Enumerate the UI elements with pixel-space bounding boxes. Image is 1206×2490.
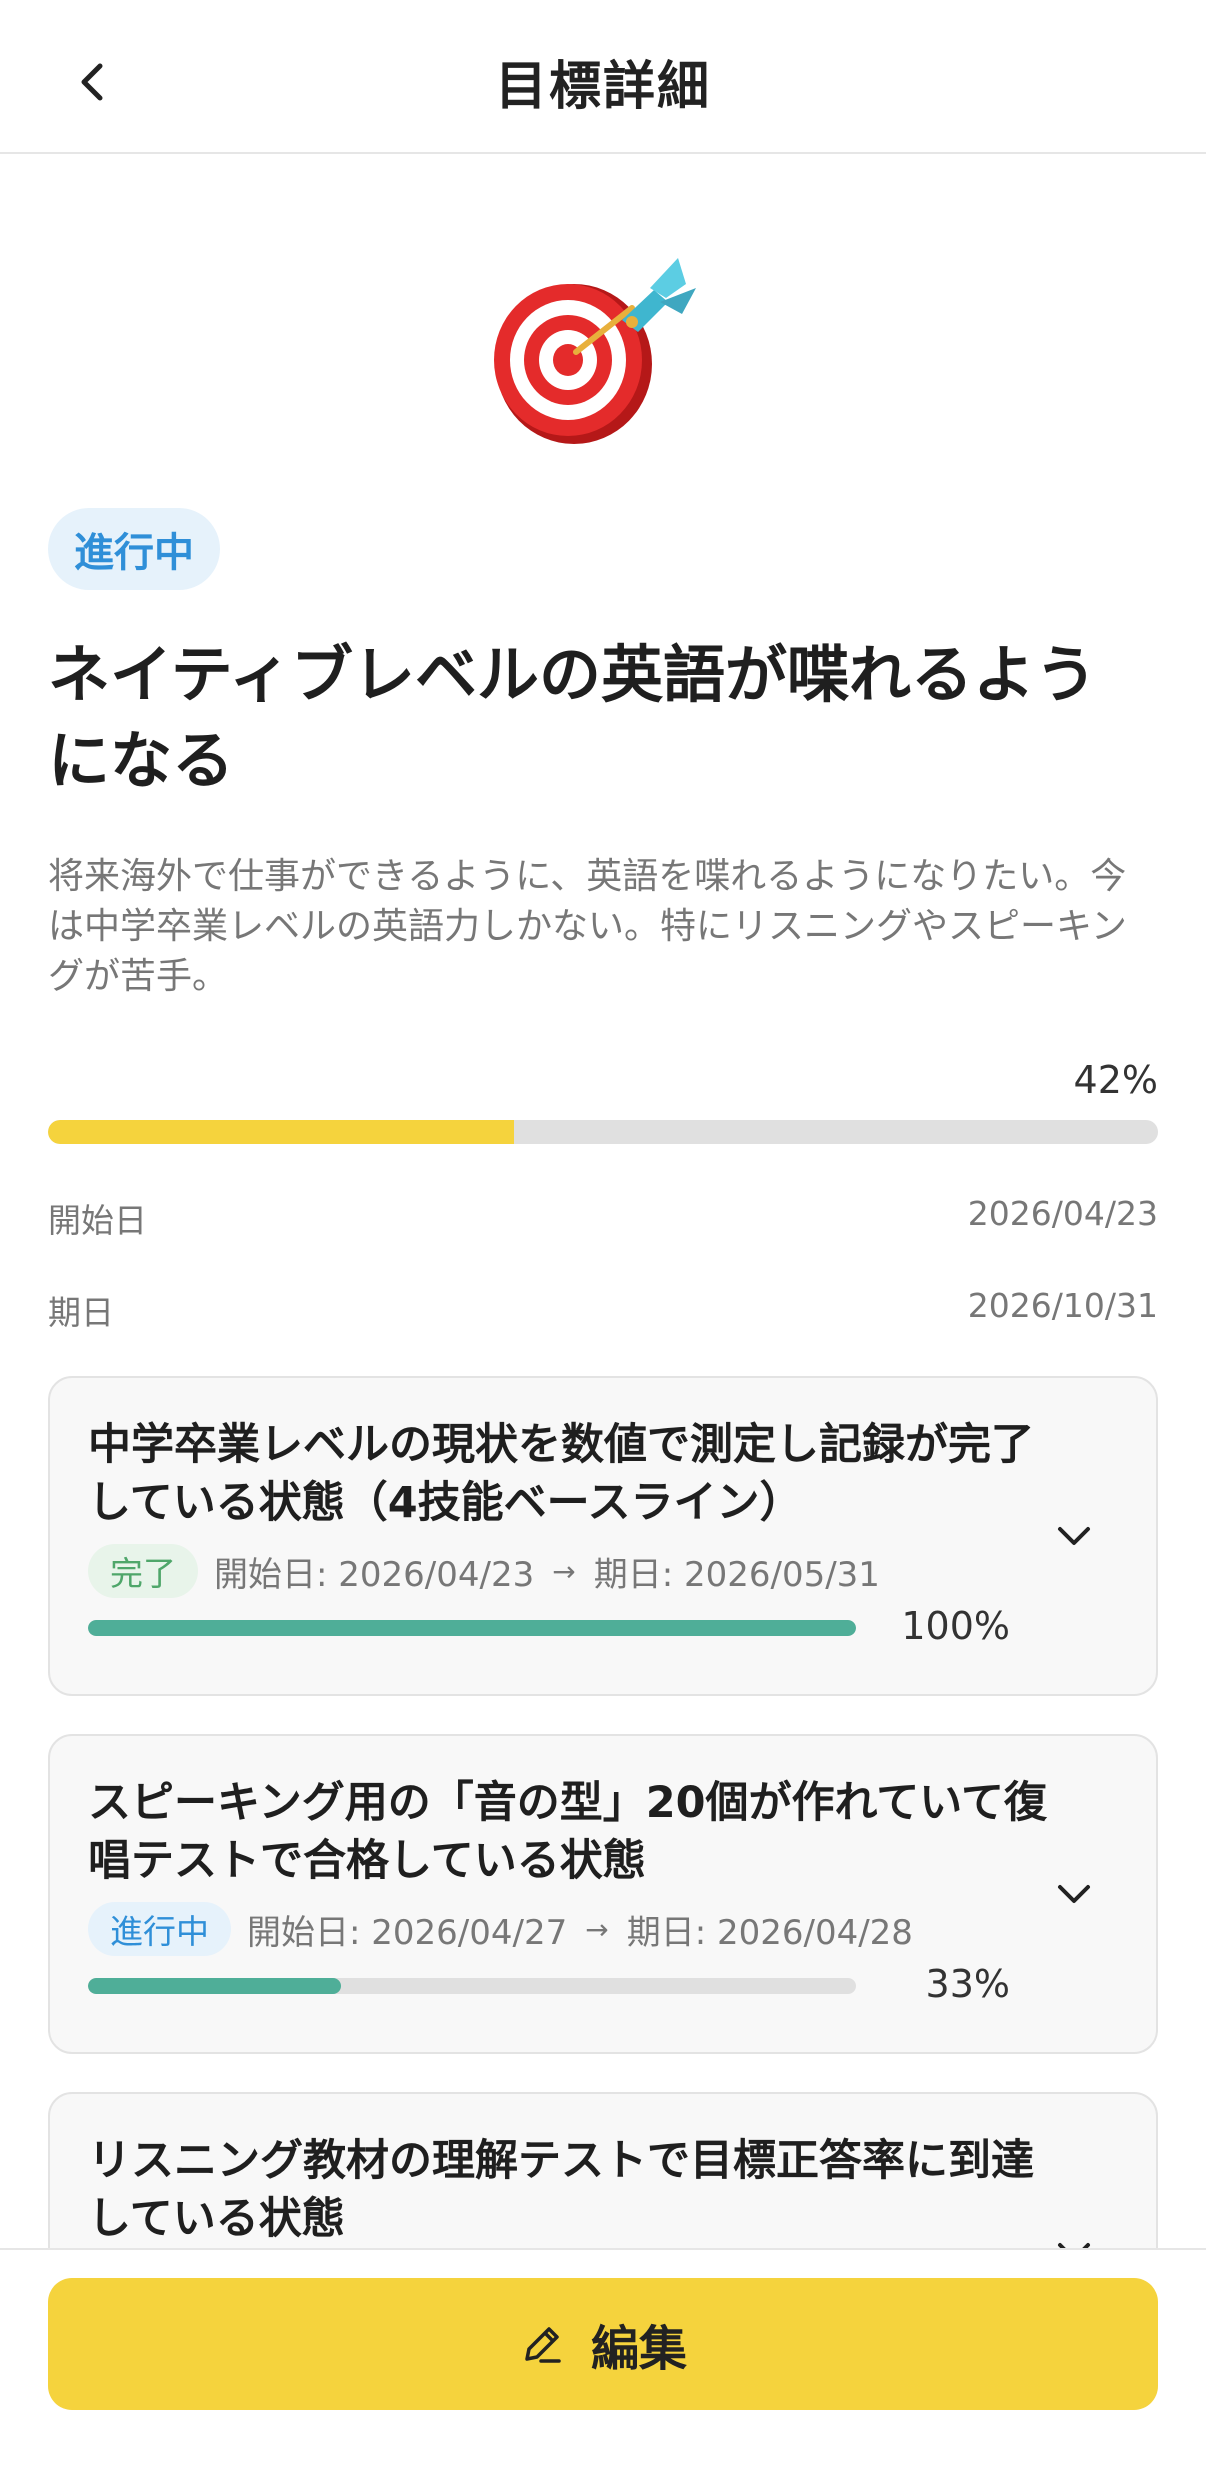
footer-bar: 編集 bbox=[0, 2248, 1206, 2490]
start-date-value: 2026/04/23 bbox=[967, 1194, 1158, 1233]
milestone-title: 中学卒業レベルの現状を数値で測定し記録が完了している状態（4技能ベースライン） bbox=[88, 1420, 1034, 1528]
arrow-right-icon: → bbox=[552, 1554, 576, 1588]
arrow-right-icon: → bbox=[585, 1912, 609, 1946]
goal-progress-percent: 42% bbox=[1073, 1058, 1158, 1102]
goal-description: 将来海外で仕事ができるように、英語を喋れるようになりたい。今は中学卒業レベルの英… bbox=[48, 856, 1127, 997]
milestone-start-date: 開始日: 2026/04/27 bbox=[247, 1912, 568, 1953]
edit-button[interactable]: 編集 bbox=[48, 2278, 1158, 2410]
milestone-due-date: 期日: 2026/04/28 bbox=[626, 1912, 913, 1953]
chevron-down-icon[interactable] bbox=[1052, 1514, 1096, 1558]
goal-progress-bar bbox=[48, 1120, 1158, 1144]
milestone-title: リスニング教材の理解テストで目標正答率に到達している状態 bbox=[88, 2136, 1034, 2244]
milestone-progress-bar bbox=[88, 1978, 856, 1994]
due-date-row: 期日 2026/10/31 bbox=[48, 1286, 1158, 1334]
milestone-progress-percent: 100% bbox=[901, 1604, 1010, 1648]
milestone-title: スピーキング用の「音の型」20個が作れていて復唱テストで合格している状態 bbox=[88, 1778, 1047, 1886]
goal-progress-fill bbox=[48, 1120, 515, 1144]
goal-title: ネイティブレベルの英語が喋れるようになる bbox=[48, 638, 1098, 797]
start-date-label: 開始日 bbox=[48, 1201, 147, 1240]
app-header: 目標詳細 bbox=[0, 0, 1206, 154]
milestone-card[interactable]: スピーキング用の「音の型」20個が作れていて復唱テストで合格している状態 進行中… bbox=[48, 1734, 1158, 2054]
start-date-row: 開始日 2026/04/23 bbox=[48, 1194, 1158, 1242]
due-date-value: 2026/10/31 bbox=[967, 1286, 1158, 1325]
milestone-card[interactable]: 中学卒業レベルの現状を数値で測定し記録が完了している状態（4技能ベースライン） … bbox=[48, 1376, 1158, 1696]
milestone-due-date: 期日: 2026/05/31 bbox=[593, 1554, 880, 1595]
milestone-status-badge: 完了 bbox=[88, 1544, 198, 1598]
milestone-meta: 完了 開始日: 2026/04/23 → 期日: 2026/05/31 bbox=[88, 1544, 880, 1598]
goal-status-badge: 進行中 bbox=[48, 508, 220, 590]
pencil-icon bbox=[525, 2327, 561, 2363]
milestone-progress-fill bbox=[88, 1620, 856, 1636]
milestone-status-badge: 進行中 bbox=[88, 1902, 231, 1956]
milestone-meta: 進行中 開始日: 2026/04/27 → 期日: 2026/04/28 bbox=[88, 1902, 913, 1956]
due-date-label: 期日 bbox=[48, 1293, 114, 1332]
edit-button-label: 編集 bbox=[590, 2321, 687, 2377]
milestone-start-date: 開始日: 2026/04/23 bbox=[214, 1554, 535, 1595]
chevron-down-icon[interactable] bbox=[1052, 1872, 1096, 1916]
milestone-progress-fill bbox=[88, 1978, 342, 1994]
milestone-progress-percent: 33% bbox=[925, 1962, 1010, 2006]
milestone-progress-bar bbox=[88, 1620, 856, 1636]
target-dart-icon bbox=[494, 258, 696, 444]
page-title: 目標詳細 bbox=[494, 57, 711, 117]
